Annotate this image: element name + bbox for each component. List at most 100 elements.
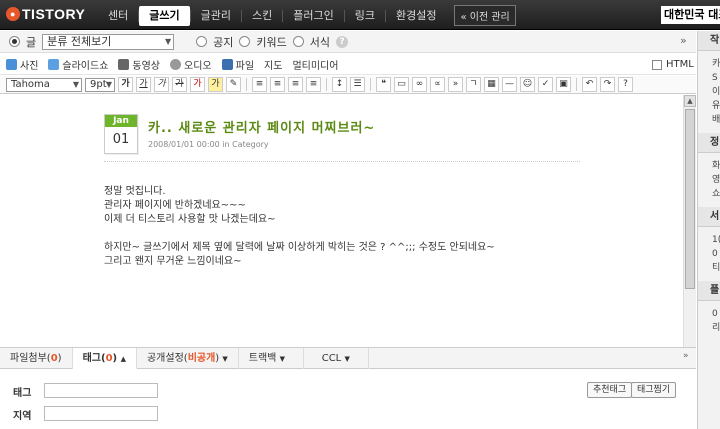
table-icon[interactable]: ▦ bbox=[484, 77, 499, 92]
post-meta: 2008/01/01 00:00 in Category bbox=[148, 140, 269, 149]
more-icon[interactable]: » bbox=[448, 77, 463, 92]
insert-video-button[interactable]: 동영상 bbox=[118, 57, 160, 72]
sidebar-item[interactable]: 화 bbox=[698, 159, 720, 173]
date-day: 01 bbox=[112, 132, 130, 147]
sidebar-item[interactable]: 1( bbox=[698, 233, 720, 247]
sidebar-item[interactable]: 배 bbox=[698, 113, 720, 127]
text-color-button[interactable]: 가 bbox=[190, 77, 205, 92]
tab-publish-settings[interactable]: 공개설정(비공개) ▼ bbox=[137, 348, 239, 369]
html-mode-toggle[interactable]: HTML bbox=[652, 59, 694, 70]
redo-icon[interactable]: ↷ bbox=[600, 77, 615, 92]
nav-write[interactable]: 글쓰기 bbox=[139, 5, 190, 26]
post-title[interactable]: 카.. 새로운 관리자 페이지 머찌브러~ bbox=[148, 117, 375, 136]
quote-box-icon[interactable]: ❝ bbox=[376, 77, 391, 92]
recommend-tag-button[interactable]: 추천태그 bbox=[587, 382, 633, 398]
nav-post-manage[interactable]: 글관리 bbox=[191, 6, 241, 26]
nav-center[interactable]: 센터 bbox=[98, 6, 138, 26]
emoticon-icon[interactable]: ☺ bbox=[520, 77, 535, 92]
align-left-icon[interactable]: ≡ bbox=[252, 77, 267, 92]
italic-button[interactable]: 가 bbox=[154, 77, 169, 92]
fetch-tag-button[interactable]: 태그찜기 bbox=[631, 382, 677, 398]
sidebar-item[interactable]: 카 bbox=[698, 57, 720, 71]
nav-settings[interactable]: 환경설정 bbox=[386, 6, 446, 26]
insert-map-label: 지도 bbox=[264, 61, 283, 72]
logo-text: TISTORY bbox=[22, 6, 86, 22]
toolbar-divider bbox=[246, 78, 247, 91]
tistory-logo[interactable]: ● TISTORY bbox=[6, 6, 85, 22]
post-editor[interactable]: Jan 01 카.. 새로운 관리자 페이지 머찌브러~ 2008/01/01 … bbox=[0, 95, 696, 347]
html-checkbox[interactable] bbox=[652, 59, 662, 70]
font-size-select[interactable]: 9pt ▼ bbox=[85, 77, 115, 92]
category-select[interactable]: 분류 전체보기 ▼ bbox=[42, 33, 175, 50]
strikethrough-button[interactable]: 가 bbox=[172, 77, 187, 92]
font-family-select[interactable]: Tahoma ▼ bbox=[6, 77, 82, 92]
box-icon[interactable]: ▭ bbox=[394, 77, 409, 92]
tab-attachments[interactable]: 파일첨부(0) bbox=[0, 348, 73, 369]
bold-button[interactable]: 가 bbox=[118, 77, 133, 92]
notice-type-radio[interactable] bbox=[196, 36, 208, 47]
format-toolbar: Tahoma ▼ 9pt ▼ 가 가 가 가 가 가 ✎ ≡ ≡ ≡ ≡ ↕ ☰… bbox=[0, 76, 696, 94]
sidebar-item[interactable]: 리 bbox=[698, 321, 720, 335]
form-type-radio[interactable] bbox=[292, 36, 304, 47]
insert-multimedia-button[interactable]: 멀티미디어 bbox=[292, 57, 338, 72]
link-icon[interactable]: ∞ bbox=[412, 77, 427, 92]
special-char-icon[interactable]: ㄱ bbox=[466, 77, 481, 92]
sidebar-collapse-icon[interactable]: » bbox=[680, 34, 687, 47]
sidebar-item[interactable]: 영 bbox=[698, 173, 720, 187]
underline-button[interactable]: 가 bbox=[136, 77, 151, 92]
undo-icon[interactable]: ↶ bbox=[582, 77, 597, 92]
hr-icon[interactable]: — bbox=[502, 77, 517, 92]
nav-link[interactable]: 링크 bbox=[345, 6, 385, 26]
pencil-icon[interactable]: ✎ bbox=[226, 77, 241, 92]
post-type-radio[interactable] bbox=[9, 36, 20, 47]
date-badge: Jan 01 bbox=[104, 114, 138, 154]
insert-photo-button[interactable]: 사진 bbox=[6, 57, 38, 72]
editor-scrollbar[interactable]: ▲ bbox=[683, 95, 696, 347]
body-line: 정말 멋집니다. bbox=[104, 186, 166, 197]
collapse-panel-icon[interactable]: » bbox=[683, 351, 689, 361]
old-admin-button[interactable]: « 이전 관리 bbox=[454, 5, 516, 26]
sidebar-item[interactable]: 이 bbox=[698, 85, 720, 99]
sidebar-item[interactable]: 쇼 bbox=[698, 187, 720, 201]
nav-skin[interactable]: 스킨 bbox=[242, 6, 282, 26]
insert-slideshow-button[interactable]: 슬라이드쇼 bbox=[48, 57, 108, 72]
chevron-up-icon: ▲ bbox=[120, 355, 126, 363]
blog-title-field[interactable]: 대한민국 대표 bbox=[661, 6, 720, 24]
line-height-icon[interactable]: ↕ bbox=[332, 77, 347, 92]
list-icon[interactable]: ☰ bbox=[350, 77, 365, 92]
sidebar-item[interactable]: 티 bbox=[698, 261, 720, 275]
insert-slideshow-label: 슬라이드쇼 bbox=[62, 61, 109, 72]
main-nav: 센터 글쓰기 글관리 스킨 플러그인 링크 환경설정 « 이전 관리 bbox=[98, 5, 516, 26]
help-icon[interactable]: ? bbox=[618, 77, 633, 92]
unlink-icon[interactable]: ∝ bbox=[430, 77, 445, 92]
scroll-up-icon[interactable]: ▲ bbox=[684, 95, 696, 107]
tab-ccl-label: CCL bbox=[321, 353, 342, 364]
help-icon[interactable]: ? bbox=[336, 35, 348, 48]
tab-tags[interactable]: 태그(0) ▲ bbox=[72, 348, 137, 369]
tab-trackback[interactable]: 트랙백 ▼ bbox=[239, 348, 304, 369]
top-navigation-bar: ● TISTORY 센터 글쓰기 글관리 스킨 플러그인 링크 환경설정 « 이… bbox=[0, 0, 720, 30]
sidebar-item[interactable]: 0 bbox=[698, 307, 720, 321]
file-icon bbox=[221, 59, 233, 70]
insert-audio-button[interactable]: 오디오 bbox=[170, 57, 212, 72]
scroll-thumb[interactable] bbox=[685, 109, 695, 289]
keyword-type-label: 키워드 bbox=[256, 35, 287, 49]
align-center-icon[interactable]: ≡ bbox=[270, 77, 285, 92]
keyword-type-radio[interactable] bbox=[239, 36, 251, 47]
location-input[interactable] bbox=[44, 406, 158, 421]
post-body[interactable]: 정말 멋집니다. 관리자 페이지에 반하겠네요~~~ 이제 더 티스토리 사용할… bbox=[104, 185, 495, 269]
sidebar-item[interactable]: 유 bbox=[698, 99, 720, 113]
sidebar-item[interactable]: S bbox=[698, 71, 720, 85]
highlight-color-button[interactable]: 가 bbox=[208, 77, 223, 92]
sidebar-item[interactable]: 0 bbox=[698, 247, 720, 261]
insert-map-button[interactable]: 지도 bbox=[264, 57, 282, 72]
insert-file-button[interactable]: 파일 bbox=[221, 57, 254, 72]
align-justify-icon[interactable]: ≡ bbox=[306, 77, 321, 92]
nav-plugin[interactable]: 플러그인 bbox=[283, 6, 343, 26]
preview-icon[interactable]: ▣ bbox=[556, 77, 571, 92]
tab-ccl[interactable]: CCL ▼ bbox=[304, 348, 369, 369]
tag-input[interactable] bbox=[44, 383, 158, 398]
spellcheck-icon[interactable]: ✓ bbox=[538, 77, 553, 92]
align-right-icon[interactable]: ≡ bbox=[288, 77, 303, 92]
body-line: 그리고 왠지 무거운 느낌이네요~ bbox=[104, 256, 242, 267]
